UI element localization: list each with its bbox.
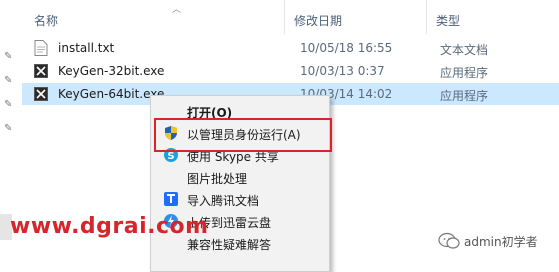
exe-icon — [34, 87, 48, 101]
column-divider[interactable] — [284, 0, 285, 34]
account-name: admin初学者 — [464, 234, 538, 249]
file-row[interactable]: install.txt 10/05/18 16:55 文本文档 — [22, 37, 559, 59]
pin-icon[interactable]: ✎ — [4, 100, 14, 110]
column-type[interactable]: 类型 — [436, 12, 460, 29]
column-name[interactable]: 名称 — [34, 12, 58, 29]
file-type: 文本文档 — [440, 43, 489, 57]
exe-icon — [34, 64, 48, 78]
column-divider[interactable] — [426, 0, 427, 34]
menu-item-label: 图片批处理 — [187, 172, 248, 186]
column-header: ︿ 名称 修改日期 类型 — [22, 0, 559, 34]
file-date: 10/05/18 16:55 — [300, 41, 393, 55]
pin-icon[interactable]: ✎ — [4, 52, 14, 62]
file-name: KeyGen-64bit.exe — [58, 87, 165, 101]
pin-icon[interactable]: ✎ — [4, 124, 14, 134]
svg-text:S: S — [167, 151, 174, 162]
file-type: 应用程序 — [440, 66, 489, 80]
tencent-docs-icon — [164, 192, 178, 206]
file-name: KeyGen-32bit.exe — [58, 64, 165, 78]
menu-item-image-batch[interactable]: 图片批处理 — [151, 166, 329, 188]
text-file-icon — [34, 40, 48, 56]
site-watermark: www.dgrai.com — [10, 214, 209, 239]
wechat-icon — [438, 232, 460, 249]
menu-item-tencent-docs[interactable]: 导入腾讯文档 — [151, 188, 329, 210]
pin-icon[interactable]: ✎ — [4, 76, 14, 86]
file-row[interactable]: KeyGen-32bit.exe 10/03/13 0:37 应用程序 — [22, 60, 559, 82]
account-watermark: admin初学者 — [438, 227, 538, 255]
file-date: 10/03/13 0:37 — [300, 64, 385, 78]
menu-item-label: 导入腾讯文档 — [187, 194, 260, 208]
file-type: 应用程序 — [440, 89, 489, 103]
file-name: install.txt — [58, 41, 115, 55]
column-date[interactable]: 修改日期 — [294, 12, 342, 29]
annotation-highlight-box — [154, 118, 332, 152]
sort-ascending-icon: ︿ — [172, 5, 182, 15]
